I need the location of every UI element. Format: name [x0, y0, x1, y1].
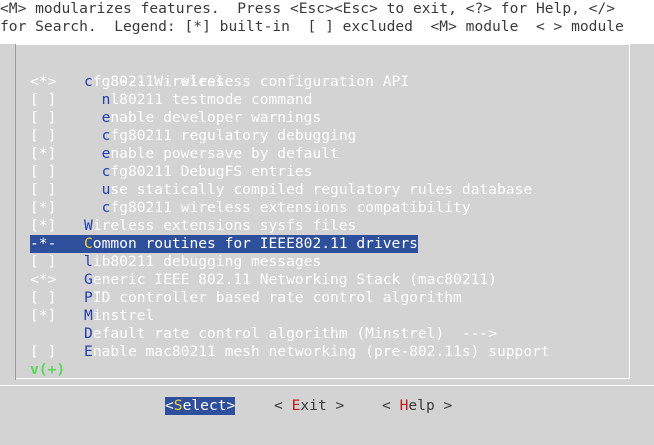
- menu-item[interactable]: [ ] enable developer warnings: [30, 109, 321, 127]
- menu-item-state[interactable]: <*>: [30, 73, 84, 91]
- menu-item-label: ireless extensions sysfs files: [92, 217, 357, 234]
- menu-item-label: fg80211 regulatory debugging: [110, 127, 357, 144]
- menu-item-label: efault rate control algorithm (Minstrel)…: [92, 325, 497, 342]
- menu-item-label: l80211 testmode command: [110, 91, 313, 108]
- button-label: elect: [182, 397, 227, 414]
- menu-item[interactable]: [*] cfg80211 wireless extensions compati…: [30, 199, 471, 217]
- button-label: xit: [300, 397, 327, 414]
- menu-item-state[interactable]: [*]: [30, 145, 84, 163]
- menu-item-label: fg80211 DebugFS entries: [110, 163, 313, 180]
- menu-item-state[interactable]: [ ]: [30, 91, 84, 109]
- menu-item-state[interactable]: [*]: [30, 307, 84, 325]
- menu-item-state[interactable]: [ ]: [30, 163, 84, 181]
- help-text-line-1: <M> modularizes features. Press <Esc><Es…: [0, 0, 616, 17]
- menu-item-label: eneric IEEE 802.11 Networking Stack (mac…: [92, 271, 497, 288]
- menu-item-hotkey: E: [84, 343, 93, 360]
- menu-item-label: nable powersave by default: [110, 145, 339, 162]
- button-divider: [0, 385, 654, 386]
- menu-item[interactable]: [ ] lib80211 debugging messages: [30, 253, 321, 271]
- menu-item-state[interactable]: [*]: [30, 217, 84, 235]
- menu-item[interactable]: [ ] cfg80211 regulatory debugging: [30, 127, 356, 145]
- menu-item-selected[interactable]: -*- Common routines for IEEE802.11 driver…: [30, 235, 418, 253]
- button-hotkey: S: [173, 397, 183, 414]
- menu-item-state[interactable]: [ ]: [30, 289, 84, 307]
- menu-box-border-top: [15, 44, 630, 45]
- menu-item-state[interactable]: [ ]: [30, 343, 84, 361]
- menu-item-hotkey: M: [84, 307, 93, 324]
- menu-item-label: ID controller based rate control algorit…: [92, 289, 462, 306]
- menu-item-label: ib80211 debugging messages: [92, 253, 322, 270]
- menu-box-border-left: [15, 44, 16, 380]
- menu-item-indent: [84, 199, 102, 216]
- menu-item-state[interactable]: [ ]: [30, 127, 84, 145]
- button-bracket-open: <: [382, 397, 400, 414]
- menu-item-label: ommon routines for IEEE802.11 drivers: [92, 235, 418, 252]
- help-button[interactable]: < Help >: [382, 397, 452, 415]
- menu-item-label: se statically compiled regulatory rules …: [110, 181, 533, 198]
- menuconfig-terminal: <M> modularizes features. Press <Esc><Es…: [0, 0, 654, 445]
- menu-item[interactable]: [*] Minstrel: [30, 307, 154, 325]
- menu-item-indent: [84, 181, 102, 198]
- menu-item[interactable]: Default rate control algorithm (Minstrel…: [30, 325, 497, 343]
- button-label: elp: [408, 397, 435, 414]
- menu-item[interactable]: [ ] use statically compiled regulatory r…: [30, 181, 532, 199]
- menu-item-state[interactable]: -*-: [30, 235, 84, 253]
- menu-item[interactable]: [ ] nl80211 testmode command: [30, 91, 312, 109]
- menu-item-hotkey: c: [84, 73, 93, 90]
- menu-item-label: nable mac80211 mesh networking (pre-802.…: [92, 343, 550, 360]
- menu-item-hotkey: W: [84, 217, 93, 234]
- menu-item[interactable]: <*> Generic IEEE 802.11 Networking Stack …: [30, 271, 497, 289]
- button-bracket-close: >: [326, 397, 345, 414]
- menu-item-label: nable developer warnings: [110, 109, 322, 126]
- menu-item-state[interactable]: [ ]: [30, 253, 84, 271]
- select-button[interactable]: <Select>: [165, 397, 236, 415]
- button-bracket-close: >: [434, 397, 453, 414]
- menu-item-state[interactable]: [*]: [30, 199, 84, 217]
- menu-item-state[interactable]: [ ]: [30, 181, 84, 199]
- menu-item-hotkey: P: [84, 289, 93, 306]
- menu-item-label: fg80211 wireless extensions compatibilit…: [110, 199, 471, 216]
- menu-item-state[interactable]: <*>: [30, 271, 84, 289]
- scroll-more-indicator[interactable]: v(+): [30, 361, 65, 379]
- menu-item[interactable]: [ ] Enable mac80211 mesh networking (pre-…: [30, 343, 550, 361]
- menu-item-indent: [84, 145, 102, 162]
- menu-item-indent: [84, 127, 102, 144]
- menu-item-indent: [84, 163, 102, 180]
- menu-item[interactable]: [ ] cfg80211 DebugFS entries: [30, 163, 312, 181]
- menu-item[interactable]: [ ] PID controller based rate control alg…: [30, 289, 462, 307]
- help-text-line-2: for Search. Legend: [*] built-in [ ] exc…: [0, 18, 624, 35]
- menu-item[interactable]: [*] enable powersave by default: [30, 145, 339, 163]
- menu-item[interactable]: [*] Wireless extensions sysfs files: [30, 217, 356, 235]
- menu-item-hotkey: l: [84, 253, 93, 270]
- button-bracket-open: <: [165, 397, 174, 414]
- menu-item-label: fg80211 - wireless configuration API: [92, 73, 410, 90]
- menu-item[interactable]: <*> cfg80211 - wireless configuration API: [30, 73, 409, 91]
- menu-item-indent: [84, 109, 102, 126]
- menu-item-hotkey: C: [84, 235, 93, 252]
- menu-section-title: --- Wireless: [30, 55, 224, 90]
- menu-item-indent: [84, 91, 102, 108]
- button-bracket-close: >: [226, 397, 236, 414]
- button-bracket-open: <: [274, 397, 292, 414]
- exit-button[interactable]: < Exit >: [274, 397, 344, 415]
- menu-item-hotkey: D: [84, 325, 93, 342]
- menu-item-state[interactable]: [ ]: [30, 109, 84, 127]
- menu-item-label: instrel: [92, 307, 155, 324]
- menu-item-hotkey: G: [84, 271, 93, 288]
